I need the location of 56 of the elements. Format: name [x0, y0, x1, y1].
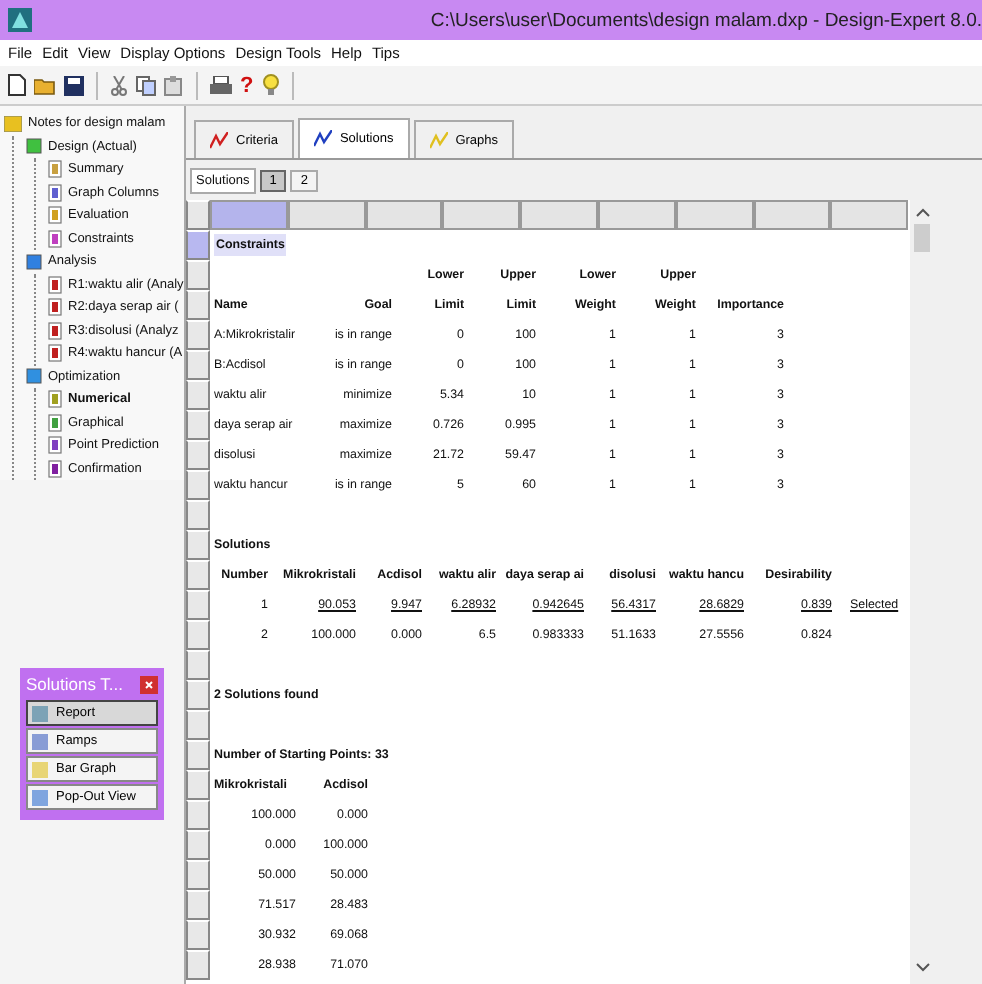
row-header-button[interactable]	[186, 410, 210, 440]
row-header-button[interactable]	[186, 890, 210, 920]
scroll-down-icon[interactable]	[915, 962, 929, 972]
row-header-button[interactable]	[186, 860, 210, 890]
row-header-button[interactable]	[186, 650, 210, 680]
paste-icon[interactable]	[164, 75, 184, 95]
light-bulb-icon[interactable]	[261, 74, 280, 96]
printer-icon[interactable]	[210, 75, 232, 95]
row-header-button[interactable]	[186, 380, 210, 410]
copy-icon[interactable]	[136, 75, 156, 95]
row-header-button[interactable]	[186, 470, 210, 500]
zigzag-line-icon	[313, 130, 332, 148]
row-header-button[interactable]	[186, 770, 210, 800]
open-folder-icon[interactable]	[34, 75, 56, 95]
row-header-button[interactable]	[186, 830, 210, 860]
row-header-button[interactable]	[186, 530, 210, 560]
column-header-button[interactable]	[520, 200, 598, 230]
app-icon	[8, 8, 32, 32]
folder-icon	[4, 115, 22, 132]
column-header-button[interactable]	[753, 200, 831, 230]
close-icon[interactable]	[140, 675, 158, 693]
row-header-button[interactable]	[186, 260, 210, 290]
save-icon[interactable]	[64, 75, 84, 95]
row-header-button[interactable]	[186, 800, 210, 830]
node-icon	[26, 368, 42, 385]
row-header-button[interactable]	[186, 290, 210, 320]
help-button[interactable]: ?	[240, 73, 254, 97]
zigzag-line-icon	[429, 131, 448, 149]
row-header-button[interactable]	[186, 740, 210, 770]
row-header-button[interactable]	[186, 440, 210, 470]
row-header-button[interactable]	[186, 500, 210, 530]
column-header-button[interactable]	[675, 200, 754, 230]
row-header-button[interactable]	[186, 710, 210, 740]
column-header-button[interactable]	[442, 200, 521, 230]
row-header-button[interactable]	[186, 920, 210, 950]
node-icon	[26, 138, 42, 155]
zigzag-line-icon	[210, 131, 228, 149]
new-file-icon[interactable]	[8, 74, 26, 96]
row-header-button[interactable]	[186, 320, 210, 350]
cut-icon[interactable]	[110, 75, 128, 95]
corner-header-button[interactable]	[186, 200, 210, 230]
row-header-button[interactable]	[186, 350, 210, 380]
row-header-button[interactable]	[186, 230, 210, 260]
column-header-button[interactable]	[597, 200, 676, 230]
node-icon	[26, 253, 42, 270]
scroll-up-icon[interactable]	[915, 208, 929, 218]
column-header-button[interactable]	[365, 200, 443, 230]
column-header-button[interactable]	[287, 200, 366, 230]
tool-window-title: Solutions T...	[26, 674, 124, 694]
scroll-thumb[interactable]	[914, 224, 930, 252]
row-header-button[interactable]	[186, 680, 210, 710]
row-header-button[interactable]	[186, 950, 210, 980]
row-header-button[interactable]	[186, 560, 210, 590]
row-header-button[interactable]	[186, 620, 210, 650]
window-title: C:\Users\user\Documents\design malam.dxp - Design-Expert 8.0.	[430, 9, 982, 31]
row-header-button[interactable]	[186, 590, 210, 620]
